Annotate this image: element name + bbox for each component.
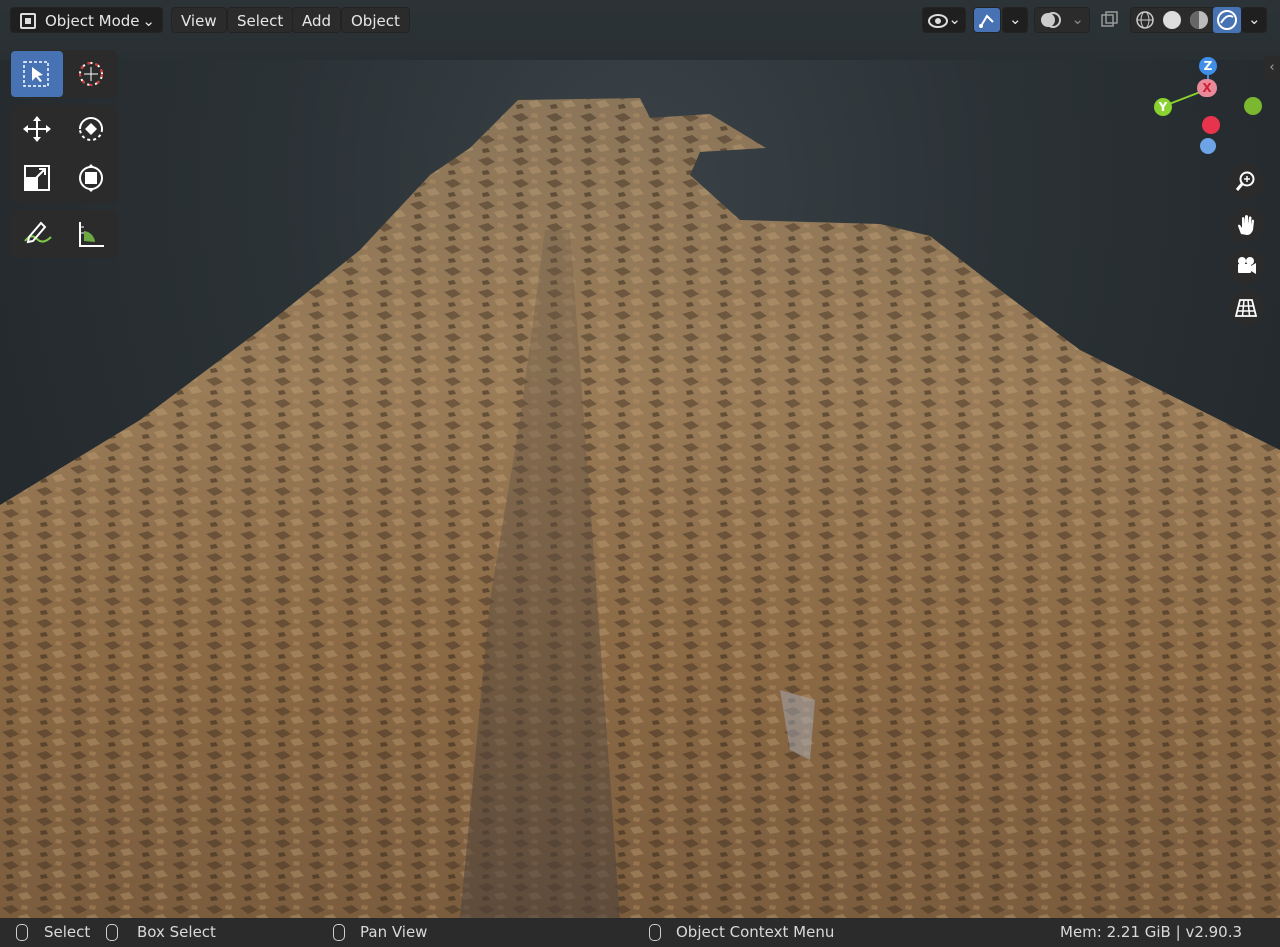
scale-icon — [24, 165, 50, 191]
chevron-down-icon: ⌄ — [1248, 10, 1261, 28]
chevron-down-icon: ⌄ — [1071, 10, 1084, 28]
material-shading-icon[interactable] — [1188, 9, 1210, 31]
sidebar-toggle[interactable]: ‹ — [1264, 56, 1280, 80]
grid-icon — [1235, 299, 1257, 317]
axis-neg-y[interactable] — [1244, 97, 1262, 115]
scale-tool[interactable] — [11, 155, 63, 201]
status-context-menu: Object Context Menu — [676, 923, 835, 941]
rotate-icon — [79, 117, 103, 141]
status-pan-view: Pan View — [360, 923, 428, 941]
solid-shading-icon[interactable] — [1161, 9, 1183, 31]
menu-add[interactable]: Add — [292, 7, 342, 33]
move-icon — [23, 116, 51, 142]
mode-label: Object Mode — [45, 12, 140, 30]
measure-tool[interactable] — [65, 211, 117, 257]
gizmo-icon — [979, 14, 994, 28]
menu-select[interactable]: Select — [227, 7, 294, 33]
eye-icon — [928, 14, 948, 28]
shading-group — [1130, 7, 1241, 33]
3d-viewport[interactable] — [0, 0, 1280, 918]
toolbar-annotate-group — [10, 210, 118, 258]
viewport-header: Object Mode ⌄ View Select Add Object ⌄ ⌄… — [0, 0, 1280, 40]
camera-button[interactable] — [1228, 248, 1264, 284]
status-box-select: Box Select — [137, 923, 216, 941]
toolbar-transform-group — [10, 105, 118, 203]
gizmo-dropdown[interactable]: ⌄ — [1002, 7, 1028, 33]
axis-x[interactable]: X — [1197, 79, 1217, 97]
rendered-shading-icon — [1217, 10, 1237, 30]
chevron-down-icon: ⌄ — [142, 12, 155, 30]
object-mode-icon — [20, 13, 36, 29]
measure-icon — [79, 222, 104, 247]
shading-dropdown[interactable]: ⌄ — [1241, 7, 1267, 33]
overlays-dropdown[interactable]: ⌄ — [1034, 7, 1090, 33]
overlays-icon — [1041, 12, 1061, 28]
mouse-drag-icon — [106, 924, 118, 941]
mouse-right-icon — [649, 924, 661, 941]
axis-y[interactable]: Y — [1154, 98, 1172, 116]
transform-tool[interactable] — [65, 155, 117, 201]
chevron-down-icon: ⌄ — [948, 10, 961, 28]
cursor-icon — [79, 62, 103, 86]
toolbar-select-group — [10, 50, 118, 98]
terrain-mesh — [0, 98, 1280, 918]
gizmo-toggle[interactable] — [973, 7, 1001, 33]
zoom-icon — [1235, 171, 1255, 191]
status-bar: Select Box Select Pan View Object Contex… — [0, 918, 1280, 947]
mode-dropdown[interactable]: Object Mode ⌄ — [10, 7, 163, 33]
status-select: Select — [44, 923, 91, 941]
menu-view[interactable]: View — [171, 7, 227, 33]
mouse-left-icon — [16, 924, 28, 941]
chevron-left-icon: ‹ — [1269, 60, 1275, 75]
wireframe-shading-icon[interactable] — [1134, 9, 1156, 31]
cursor-tool[interactable] — [65, 51, 117, 97]
axis-z[interactable]: Z — [1199, 57, 1217, 75]
transform-icon — [79, 164, 103, 192]
menu-object[interactable]: Object — [341, 7, 410, 33]
ortho-toggle-button[interactable] — [1228, 290, 1264, 326]
axis-neg-x[interactable] — [1202, 116, 1220, 134]
zoom-button[interactable] — [1228, 163, 1264, 199]
annotate-icon — [24, 221, 52, 244]
annotate-tool[interactable] — [11, 211, 63, 257]
chevron-down-icon: ⌄ — [1009, 10, 1022, 28]
visibility-dropdown[interactable]: ⌄ — [922, 7, 966, 33]
xray-toggle[interactable] — [1096, 7, 1124, 33]
camera-icon — [1238, 257, 1256, 274]
pan-button[interactable] — [1228, 207, 1264, 243]
axis-neg-z[interactable] — [1200, 138, 1216, 154]
mouse-middle-icon — [333, 924, 345, 941]
xray-icon — [1101, 11, 1118, 27]
move-tool[interactable] — [11, 106, 63, 152]
select-box-tool[interactable] — [11, 51, 63, 97]
select-box-icon — [23, 61, 49, 87]
rendered-shading-button[interactable] — [1213, 7, 1241, 33]
memory-version-info: Mem: 2.21 GiB | v2.90.3 — [1060, 923, 1243, 941]
hand-icon — [1238, 215, 1254, 235]
rotate-tool[interactable] — [65, 106, 117, 152]
navigation-gizmo[interactable]: Z Y X — [1150, 54, 1265, 158]
